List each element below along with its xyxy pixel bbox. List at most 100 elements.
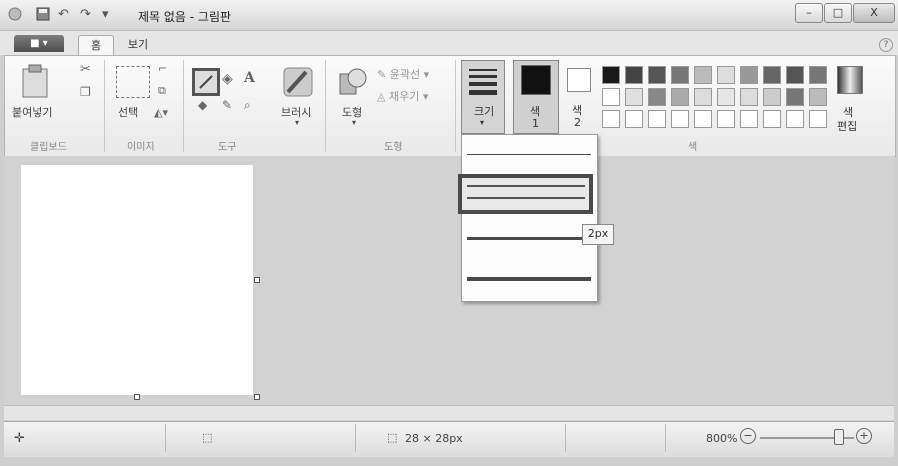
palette-swatch[interactable] [740, 88, 758, 106]
shapes-button[interactable] [338, 66, 368, 98]
palette-swatch[interactable] [625, 88, 643, 106]
divider [455, 60, 456, 152]
customize-qat-icon[interactable]: ▾ [102, 7, 109, 22]
paste-button[interactable] [20, 64, 56, 101]
fill-icon[interactable]: ◈ [222, 71, 233, 87]
palette-swatch[interactable] [648, 110, 666, 128]
edit-colors-label2: 편집 [837, 120, 858, 133]
zoom-in-button[interactable]: + [856, 428, 872, 444]
palette-swatch[interactable] [671, 66, 689, 84]
palette-swatch[interactable] [625, 110, 643, 128]
eraser-icon[interactable]: ◆ [198, 98, 207, 112]
outline-button[interactable]: ✎ 윤곽선 ▾ [377, 66, 429, 82]
paste-label: 붙여넣기 [12, 106, 53, 119]
color-spectrum-icon [837, 66, 863, 94]
redo-icon[interactable]: ↷ [80, 7, 91, 22]
resize-handle-bottom[interactable] [134, 394, 140, 400]
rotate-icon[interactable]: ◭▾ [154, 106, 168, 119]
palette-swatch[interactable] [786, 88, 804, 106]
cut-icon[interactable]: ✂ [80, 62, 91, 77]
palette-swatch[interactable] [717, 110, 735, 128]
tab-view[interactable]: 보기 [120, 35, 156, 55]
palette-swatch[interactable] [763, 110, 781, 128]
magnifier-icon[interactable]: ⌕ [244, 98, 251, 113]
color2-button[interactable]: 색 2 [562, 60, 596, 132]
palette-swatch[interactable] [763, 88, 781, 106]
resize-handle-right[interactable] [254, 277, 260, 283]
undo-icon[interactable]: ↶ [58, 7, 69, 22]
palette-swatch[interactable] [809, 66, 827, 84]
palette-swatch[interactable] [602, 110, 620, 128]
color1-number: 1 [532, 117, 539, 130]
canvas-size-icon: ⬚ [387, 431, 398, 444]
palette-swatch[interactable] [717, 88, 735, 106]
save-icon[interactable] [36, 7, 50, 25]
zoom-slider-handle[interactable] [834, 429, 844, 445]
color1-swatch [521, 65, 551, 95]
minimize-button[interactable]: – [795, 3, 823, 23]
window-title: 제목 없음 - 그림판 [138, 10, 232, 24]
divider [565, 424, 566, 452]
size-option-3px[interactable] [467, 237, 591, 240]
size-option-highlight[interactable] [458, 174, 593, 214]
file-menu-button[interactable]: ■ ▾ [14, 35, 64, 52]
color2-swatch [567, 68, 591, 92]
color2-number: 2 [574, 116, 581, 129]
zoom-out-button[interactable]: − [740, 428, 756, 444]
pencil-tool[interactable] [192, 68, 220, 96]
palette-swatch[interactable] [740, 110, 758, 128]
palette-swatch[interactable] [786, 110, 804, 128]
resize-icon[interactable]: ⧉ [158, 84, 166, 98]
close-button[interactable]: X [853, 3, 895, 23]
size-tooltip: 2px [582, 224, 614, 245]
help-icon[interactable]: ? [879, 38, 893, 52]
shapes-group-label: 도형 [384, 142, 403, 153]
shapes-icon [339, 68, 367, 95]
resize-handle-corner[interactable] [254, 394, 260, 400]
palette-swatch[interactable] [671, 110, 689, 128]
palette-swatch[interactable] [740, 66, 758, 84]
divider [665, 424, 666, 452]
tools-group-label: 도구 [218, 142, 237, 153]
maximize-button[interactable]: □ [824, 3, 852, 23]
size-option-5px[interactable] [467, 277, 591, 281]
colors-group-label: 색 [688, 142, 698, 153]
color-picker-icon[interactable]: ✎ [222, 98, 232, 112]
paint-window: ↶ ↷ ▾ 제목 없음 - 그림판 – □ X ■ ▾ 홈 보기 ? 붙여넣기 … [0, 0, 898, 466]
horizontal-scrollbar[interactable] [4, 405, 894, 420]
palette-swatch[interactable] [602, 88, 620, 106]
divider [355, 424, 356, 452]
palette-swatch[interactable] [694, 66, 712, 84]
palette-swatch[interactable] [763, 66, 781, 84]
fill-button[interactable]: ◬ 채우기 ▾ [377, 88, 428, 104]
drawing-canvas[interactable] [21, 165, 253, 395]
color1-button[interactable]: 색 1 [513, 60, 559, 134]
clipboard-icon [22, 64, 48, 98]
edit-colors-button[interactable]: 색 편집 [833, 64, 865, 133]
size-option-2px-line [467, 197, 585, 199]
palette-swatch[interactable] [694, 88, 712, 106]
size-button[interactable]: 크기 ▾ [461, 60, 505, 134]
palette-swatch[interactable] [809, 110, 827, 128]
size-option-2px-line-a [467, 185, 585, 187]
select-button[interactable] [116, 66, 150, 98]
palette-swatch[interactable] [786, 66, 804, 84]
palette-swatch[interactable] [648, 88, 666, 106]
crop-icon[interactable]: ⌐ [158, 62, 167, 75]
palette-swatch[interactable] [717, 66, 735, 84]
tab-home[interactable]: 홈 [78, 35, 114, 56]
palette-swatch[interactable] [694, 110, 712, 128]
palette-swatch[interactable] [625, 66, 643, 84]
palette-swatch[interactable] [809, 88, 827, 106]
text-tool[interactable]: A [244, 70, 255, 86]
chevron-down-icon: ▾ [295, 118, 300, 127]
palette-swatch[interactable] [648, 66, 666, 84]
brushes-button[interactable] [282, 66, 314, 98]
size-option-1px[interactable] [467, 154, 591, 155]
title-bar [0, 0, 898, 31]
copy-icon[interactable]: ❐ [80, 85, 91, 99]
app-icon[interactable] [8, 7, 22, 25]
divider [183, 60, 184, 152]
palette-swatch[interactable] [671, 88, 689, 106]
palette-swatch[interactable] [602, 66, 620, 84]
